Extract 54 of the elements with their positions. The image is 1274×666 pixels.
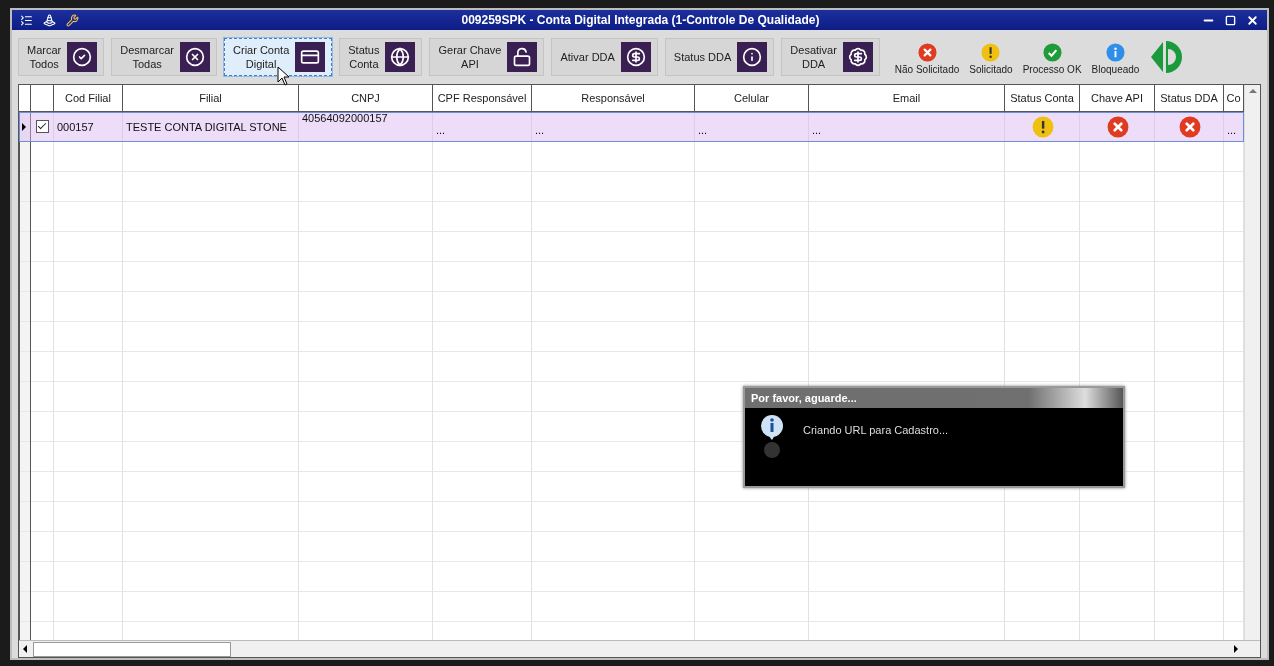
table-cell: ... [436,123,446,136]
table-cell: TESTE CONTA DIGITAL STONE [126,120,287,133]
row-checkbox[interactable] [36,120,49,133]
close-icon[interactable] [1246,13,1259,27]
toolbar-button[interactable]: Desativar DDA [781,38,880,76]
legend-label: Processo OK [1022,64,1082,75]
wrench-icon[interactable] [66,13,79,27]
row-pointer-icon [22,122,26,131]
toolbar-button[interactable]: Gerar Chave API [429,38,545,76]
table-cell: ... [1227,123,1237,136]
maximize-icon[interactable] [1225,14,1236,26]
legend-label: Não Solicitado [894,64,960,75]
horizontal-scrollbar[interactable] [19,640,1260,657]
column-header[interactable]: CNPJ [299,85,433,112]
column-header[interactable]: Status Conta [1005,85,1080,112]
vertical-scrollbar[interactable] [1244,85,1260,640]
column-header[interactable]: Filial [123,85,299,112]
column-header[interactable]: Status DDA [1155,85,1224,112]
toolbar-button[interactable]: Status DDA [664,38,775,76]
toolbar-button[interactable]: Ativar DDA [551,38,658,76]
dollar-icon [842,42,873,72]
menu-icon[interactable] [20,13,33,27]
error-icon [917,43,937,62]
table-cell: 40564092000157 [302,112,388,124]
info-icon [759,414,785,458]
toolbar-button[interactable]: Status Conta [339,38,423,76]
toolbar-button[interactable]: Criar Conta Digital [224,38,333,76]
check-icon [1042,43,1062,62]
info-icon [1105,43,1125,62]
globe-icon [385,42,416,72]
table-cell: ... [812,123,822,136]
dialog-message: Criando URL para Cadastro... [803,424,949,436]
legend-label: Solicitado [969,64,1013,75]
column-header[interactable]: Celular [695,85,809,112]
toolbar-button[interactable]: Marcar Todos [18,38,105,76]
dollar-icon [620,42,651,72]
warning-icon [981,43,1001,62]
column-header[interactable]: Co [1224,85,1244,112]
table-row[interactable]: 000157 TESTE CONTA DIGITAL STONE 40564092000157 ... ... ... ... ... [19,112,1244,142]
dialog-title: Por favor, aguarde... [745,388,1123,408]
column-header[interactable]: Email [809,85,1005,112]
column-header[interactable]: Cod Filial [54,85,123,112]
window-title: 009259SPK - Conta Digital Integrada (1-Controle De Qualidade) [460,13,821,27]
legend-label: Bloqueado [1091,64,1140,75]
column-header[interactable]: Chave API [1080,85,1155,112]
card-icon [295,42,326,72]
table-cell: 000157 [57,120,94,133]
column-header[interactable]: Responsável [532,85,695,112]
info-icon [737,42,768,72]
toolbar-button[interactable]: Desmarcar Todas [111,38,218,76]
lock-icon [507,42,538,72]
table-cell: ... [535,123,545,136]
table-cell: ... [698,123,708,136]
column-header[interactable]: CPF Responsável [433,85,532,112]
